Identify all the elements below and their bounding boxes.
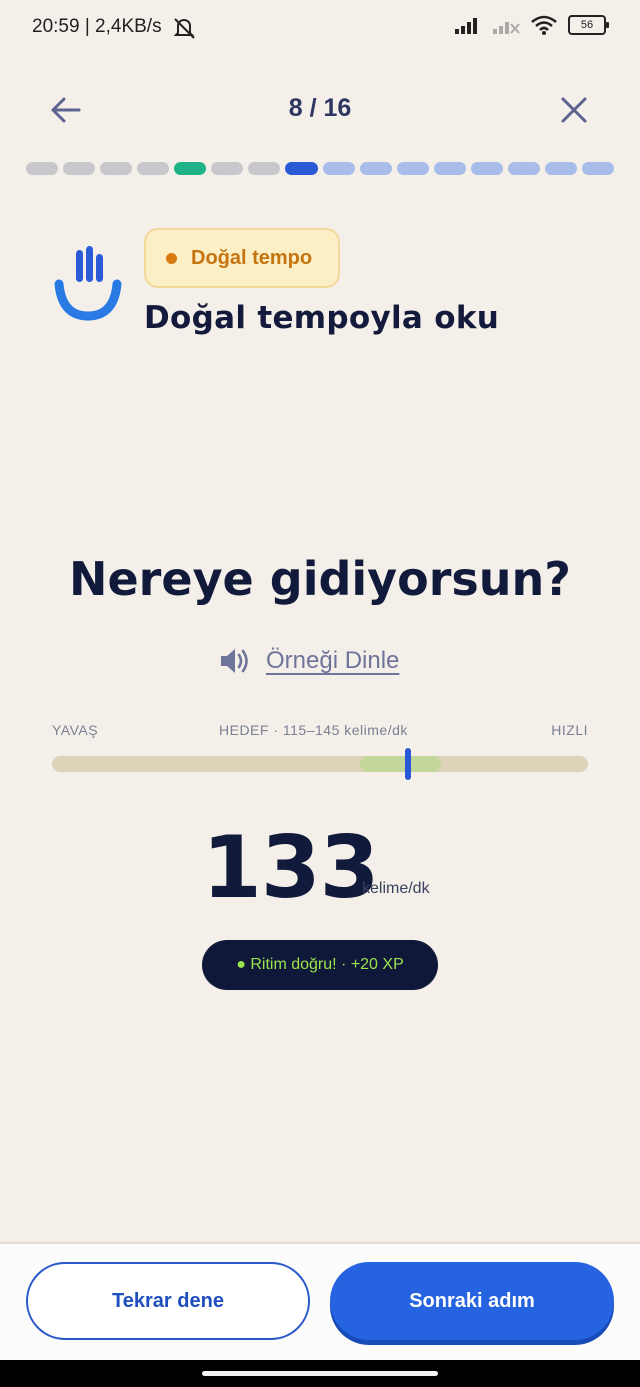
system-nav-bar	[0, 1360, 640, 1387]
progress-segment-2	[63, 162, 96, 175]
target-zone	[360, 756, 441, 772]
practice-sentence: Nereye gidiyorsun?	[68, 552, 571, 606]
feedback-pill: ● Ritim doğru! · +20 XP	[202, 940, 438, 990]
badge-dot	[166, 252, 177, 264]
speaker-icon	[221, 649, 248, 673]
slow-label: YAVAŞ	[52, 722, 99, 738]
status-time: 20:59 | 2,4KB/s	[32, 16, 162, 37]
hand-wave-icon	[54, 246, 122, 321]
listen-example-button[interactable]: Örneği Dinle	[218, 646, 399, 676]
target-label: HEDEF · 115–145 kelime/dk	[219, 722, 408, 738]
step-counter: 8 / 16	[288, 94, 352, 122]
feedback-text: ● Ritim doğru! · +20 XP	[236, 956, 404, 973]
badge-label: Doğal tempo	[191, 246, 313, 269]
next-step-button[interactable]: Sonraki adım	[330, 1262, 614, 1340]
progress-segment-12	[433, 162, 466, 175]
listen-label: Örneği Dinle	[266, 647, 400, 674]
retry-button[interactable]: Tekrar dene	[26, 1262, 310, 1340]
wifi-icon	[531, 15, 557, 35]
close-icon[interactable]	[556, 92, 592, 128]
signal-icon	[455, 18, 477, 34]
progress-segment-1	[26, 162, 59, 175]
progress-segment-5	[174, 162, 207, 175]
progress-segment-15	[544, 162, 577, 175]
progress-segment-4	[137, 162, 170, 175]
progress-segment-13	[470, 162, 503, 175]
battery-icon: 56	[568, 15, 609, 35]
status-icons: 56	[454, 14, 609, 36]
progress-segment-7	[248, 162, 281, 175]
signal-off-icon	[493, 22, 520, 34]
tempo-track	[52, 748, 588, 780]
progress-segment-3	[100, 162, 133, 175]
progress-segment-11	[396, 162, 429, 175]
progress-segment-14	[507, 162, 540, 175]
progress-segment-8	[285, 162, 318, 175]
exercise-title: Doğal tempoyla oku	[144, 300, 500, 336]
lesson-progress	[26, 162, 614, 176]
tempo-value: 133	[202, 818, 380, 918]
home-indicator[interactable]	[202, 1371, 438, 1376]
mute-bell-icon	[173, 18, 195, 39]
progress-segment-6	[211, 162, 244, 175]
progress-segment-9	[322, 162, 355, 175]
progress-segment-16	[581, 162, 614, 175]
tempo-marker	[405, 748, 412, 780]
status-bar: 20:59 | 2,4KB/s 56	[0, 0, 640, 56]
fast-label: HIZLI	[551, 722, 588, 738]
progress-segment-10	[359, 162, 392, 175]
tempo-badge: Doğal tempo	[144, 228, 340, 288]
tempo-unit: kelime/dk	[362, 880, 430, 897]
